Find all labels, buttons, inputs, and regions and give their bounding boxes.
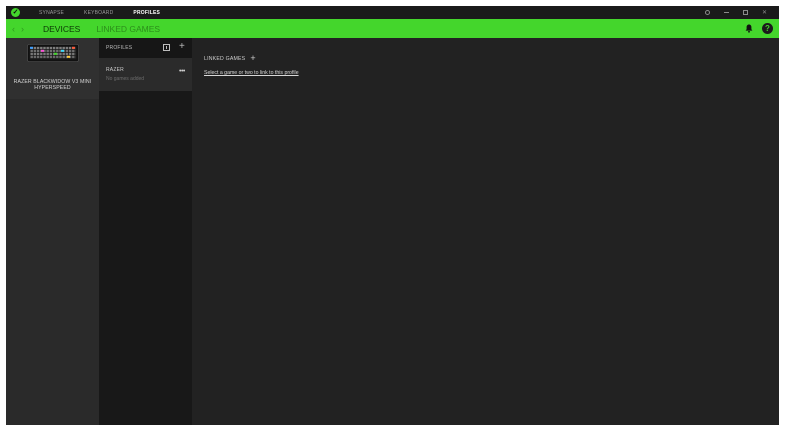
close-button[interactable]: ✕ xyxy=(755,6,774,19)
settings-icon xyxy=(705,10,710,15)
razer-synapse-window: ✓ SYNAPSE KEYBOARD PROFILES ✕ ‹ › DEVICE… xyxy=(6,6,779,425)
tab-linked-games[interactable]: LINKED GAMES xyxy=(96,24,160,34)
tab-devices[interactable]: DEVICES xyxy=(43,24,80,34)
add-linked-game-button[interactable]: + xyxy=(250,54,255,63)
nav-right-actions: ? xyxy=(744,19,773,38)
import-icon[interactable] xyxy=(163,44,170,51)
bell-icon-shape xyxy=(745,24,753,33)
profile-name: RAZER xyxy=(106,67,124,73)
profiles-panel: PROFILES + RAZER No games added ••• xyxy=(99,38,192,425)
minimize-icon xyxy=(724,12,729,13)
device-name: RAZER BLACKWIDOW V3 MINI HYPERSPEED xyxy=(13,79,92,91)
profile-item[interactable]: RAZER No games added ••• xyxy=(99,58,192,91)
settings-button[interactable] xyxy=(698,6,717,19)
bell-icon[interactable] xyxy=(744,24,754,34)
profiles-header: PROFILES + xyxy=(99,38,192,58)
linked-games-panel: LINKED GAMES + Select a game or two to l… xyxy=(192,38,779,425)
help-button[interactable]: ? xyxy=(762,23,773,34)
devices-panel: RAZER BLACKWIDOW V3 MINI HYPERSPEED xyxy=(6,38,99,425)
maximize-icon xyxy=(743,10,748,15)
more-options-icon[interactable]: ••• xyxy=(179,68,185,76)
link-game-link[interactable]: Select a game or two to link to this pro… xyxy=(204,70,299,76)
profiles-title: PROFILES xyxy=(106,45,133,51)
linked-games-header: LINKED GAMES + xyxy=(204,54,256,63)
minimize-button[interactable] xyxy=(717,6,736,19)
top-tabs: SYNAPSE KEYBOARD PROFILES xyxy=(39,6,180,19)
top-tab-profiles[interactable]: PROFILES xyxy=(133,10,160,16)
top-tab-synapse[interactable]: SYNAPSE xyxy=(39,10,64,16)
close-icon: ✕ xyxy=(761,10,768,16)
chevron-left-icon[interactable]: ‹ xyxy=(9,19,18,38)
top-tab-keyboard[interactable]: KEYBOARD xyxy=(84,10,113,16)
linked-games-title: LINKED GAMES xyxy=(204,55,246,62)
profile-subtitle: No games added xyxy=(106,76,145,82)
add-profile-button[interactable]: + xyxy=(179,41,185,53)
maximize-button[interactable] xyxy=(736,6,755,19)
razer-logo-icon: ✓ xyxy=(11,8,20,17)
window-controls: ✕ xyxy=(698,6,774,19)
nav-bar: ‹ › DEVICES LINKED GAMES ? xyxy=(6,19,779,38)
device-card[interactable]: RAZER BLACKWIDOW V3 MINI HYPERSPEED xyxy=(6,38,99,99)
title-bar: ✓ SYNAPSE KEYBOARD PROFILES ✕ xyxy=(6,6,779,19)
keyboard-icon xyxy=(27,44,79,62)
chevron-right-icon[interactable]: › xyxy=(18,19,27,38)
